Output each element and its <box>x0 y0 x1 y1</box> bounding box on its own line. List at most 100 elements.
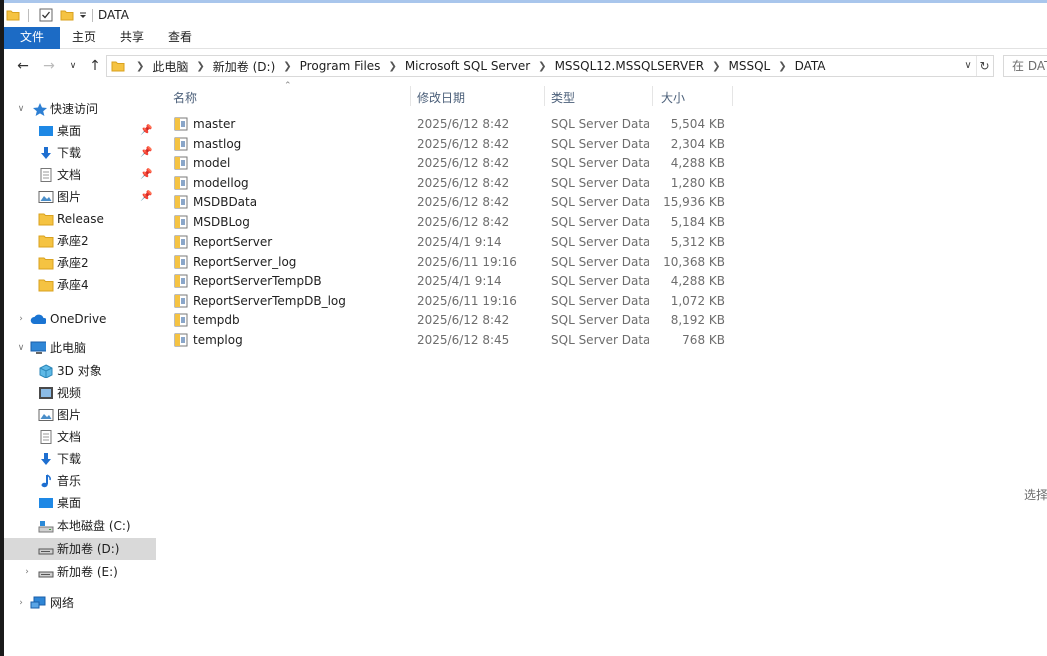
tab-share[interactable]: 共享 <box>110 27 154 49</box>
sidebar-item-folder[interactable]: 承座4 <box>4 274 156 296</box>
breadcrumb-program-files[interactable]: Program Files <box>297 59 384 73</box>
database-file-icon <box>174 274 188 288</box>
document-icon <box>40 168 52 182</box>
chevron-right-icon[interactable]: › <box>16 592 26 614</box>
chevron-right-icon[interactable]: › <box>22 561 32 583</box>
chevron-right-icon[interactable]: ❯ <box>773 61 791 72</box>
database-file-icon <box>174 195 188 209</box>
sidebar-item-3d-objects[interactable]: 3D 对象 <box>4 360 156 382</box>
column-divider[interactable] <box>732 86 733 106</box>
chevron-right-icon[interactable]: ❯ <box>533 61 551 72</box>
pin-icon[interactable]: 📌 <box>140 186 152 208</box>
chevron-right-icon[interactable]: ❯ <box>383 61 401 72</box>
sidebar-item-release[interactable]: Release <box>4 208 156 230</box>
folder-icon[interactable] <box>6 8 20 22</box>
sidebar-item-documents[interactable]: 文档 <box>4 426 156 448</box>
computer-icon <box>30 341 46 354</box>
column-divider[interactable] <box>544 86 545 106</box>
sidebar-item-label: 文档 <box>57 168 82 182</box>
file-type: SQL Server Data... <box>551 156 649 170</box>
file-size: 1,072 KB <box>670 294 725 308</box>
file-row[interactable]: MSDBData 2025/6/12 8:42 SQL Server Data.… <box>164 192 734 212</box>
pin-icon[interactable]: 📌 <box>140 142 152 164</box>
sidebar-item-label: 承座4 <box>57 278 89 292</box>
pin-icon[interactable]: 📌 <box>140 164 152 186</box>
breadcrumb-this-pc[interactable]: 此电脑 <box>149 58 191 75</box>
chevron-down-icon[interactable]: ∨ <box>16 98 26 120</box>
new-folder-icon[interactable] <box>60 8 74 22</box>
file-row[interactable]: ReportServer 2025/4/1 9:14 SQL Server Da… <box>164 232 734 252</box>
sidebar-item-this-pc[interactable]: ∨ 此电脑 <box>4 337 156 359</box>
breadcrumb-instance[interactable]: MSSQL12.MSSQLSERVER <box>552 59 708 73</box>
chevron-right-icon[interactable]: ❯ <box>707 61 725 72</box>
sidebar-item-desktop[interactable]: 桌面 📌 <box>4 120 156 142</box>
file-row[interactable]: model 2025/6/12 8:42 SQL Server Data... … <box>164 153 734 173</box>
customize-toolbar-dropdown-icon[interactable] <box>78 8 88 22</box>
sidebar-item-label: OneDrive <box>50 312 107 326</box>
breadcrumb-sql-server[interactable]: Microsoft SQL Server <box>402 59 533 73</box>
file-row[interactable]: templog 2025/6/12 8:45 SQL Server Data..… <box>164 330 734 350</box>
sidebar-item-music[interactable]: 音乐 <box>4 470 156 492</box>
column-divider[interactable] <box>652 86 653 106</box>
up-arrow-icon[interactable]: ↑ <box>86 56 104 76</box>
file-type: SQL Server Data... <box>551 255 649 269</box>
sidebar-item-drive-e[interactable]: › 新加卷 (E:) <box>4 561 156 583</box>
file-size: 5,184 KB <box>670 215 725 229</box>
chevron-right-icon[interactable]: ❯ <box>131 61 149 72</box>
database-file-icon <box>174 117 188 131</box>
system-drive-icon <box>38 521 54 533</box>
address-bar[interactable]: ❯ 此电脑 ❯ 新加卷 (D:) ❯ Program Files ❯ Micro… <box>106 55 994 77</box>
breadcrumb-drive-d[interactable]: 新加卷 (D:) <box>210 58 278 75</box>
back-arrow-icon[interactable]: ← <box>14 56 32 76</box>
file-size: 768 KB <box>682 333 725 347</box>
drive-icon <box>38 548 54 555</box>
address-history-dropdown-icon[interactable]: ∨ <box>961 56 975 76</box>
file-row[interactable]: MSDBLog 2025/6/12 8:42 SQL Server Data..… <box>164 212 734 232</box>
sidebar-item-network[interactable]: › 网络 <box>4 592 156 614</box>
sidebar-item-drive-d[interactable]: 新加卷 (D:) <box>4 538 156 560</box>
chevron-right-icon[interactable]: ❯ <box>191 61 209 72</box>
file-row[interactable]: mastlog 2025/6/12 8:42 SQL Server Data..… <box>164 134 734 154</box>
file-row[interactable]: tempdb 2025/6/12 8:42 SQL Server Data...… <box>164 310 734 330</box>
search-input[interactable]: 在 DATA <box>1003 55 1047 77</box>
file-date: 2025/6/11 19:16 <box>417 255 517 269</box>
chevron-right-icon[interactable]: › <box>16 308 26 330</box>
file-row[interactable]: master 2025/6/12 8:42 SQL Server Data...… <box>164 114 734 134</box>
column-header-size[interactable]: 大小 <box>661 89 685 106</box>
sidebar-item-pictures[interactable]: 图片 📌 <box>4 186 156 208</box>
file-row[interactable]: modellog 2025/6/12 8:42 SQL Server Data.… <box>164 173 734 193</box>
column-header-date[interactable]: 修改日期 <box>417 89 465 106</box>
chevron-down-icon[interactable]: ∨ <box>16 337 26 359</box>
sidebar-item-videos[interactable]: 视频 <box>4 382 156 404</box>
recent-locations-chevron-icon[interactable]: ∨ <box>64 56 82 76</box>
file-name: mastlog <box>193 137 242 151</box>
column-header-name[interactable]: 名称 <box>173 89 197 106</box>
toolbar-separator <box>92 9 93 22</box>
sidebar-item-pictures[interactable]: 图片 <box>4 404 156 426</box>
sidebar-item-desktop[interactable]: 桌面 <box>4 492 156 514</box>
sidebar-item-folder[interactable]: 承座2 <box>4 230 156 252</box>
refresh-icon[interactable]: ↻ <box>976 56 992 76</box>
column-header-type[interactable]: 类型 <box>551 89 575 106</box>
sidebar-item-documents[interactable]: 文档 📌 <box>4 164 156 186</box>
sidebar-item-downloads[interactable]: 下载 📌 <box>4 142 156 164</box>
sidebar-item-folder[interactable]: 承座2 <box>4 252 156 274</box>
breadcrumb-data[interactable]: DATA <box>792 59 829 73</box>
chevron-right-icon[interactable]: ❯ <box>278 61 296 72</box>
file-row[interactable]: ReportServer_log 2025/6/11 19:16 SQL Ser… <box>164 252 734 272</box>
sidebar-item-downloads[interactable]: 下载 <box>4 448 156 470</box>
sidebar-item-drive-c[interactable]: 本地磁盘 (C:) <box>4 515 156 537</box>
tab-file[interactable]: 文件 <box>4 27 60 49</box>
breadcrumb-mssql[interactable]: MSSQL <box>725 59 773 73</box>
file-name: tempdb <box>193 313 240 327</box>
pin-icon[interactable]: 📌 <box>140 120 152 142</box>
file-row[interactable]: ReportServerTempDB_log 2025/6/11 19:16 S… <box>164 291 734 311</box>
file-row[interactable]: ReportServerTempDB 2025/4/1 9:14 SQL Ser… <box>164 271 734 291</box>
sidebar-item-onedrive[interactable]: › OneDrive <box>4 308 156 330</box>
tab-home[interactable]: 主页 <box>62 27 106 49</box>
tab-view[interactable]: 查看 <box>158 27 202 49</box>
column-divider[interactable] <box>410 86 411 106</box>
sidebar-item-quick-access[interactable]: ∨ 快速访问 <box>4 98 156 120</box>
forward-arrow-icon[interactable]: → <box>40 56 58 76</box>
properties-checkbox-icon[interactable] <box>39 8 53 22</box>
